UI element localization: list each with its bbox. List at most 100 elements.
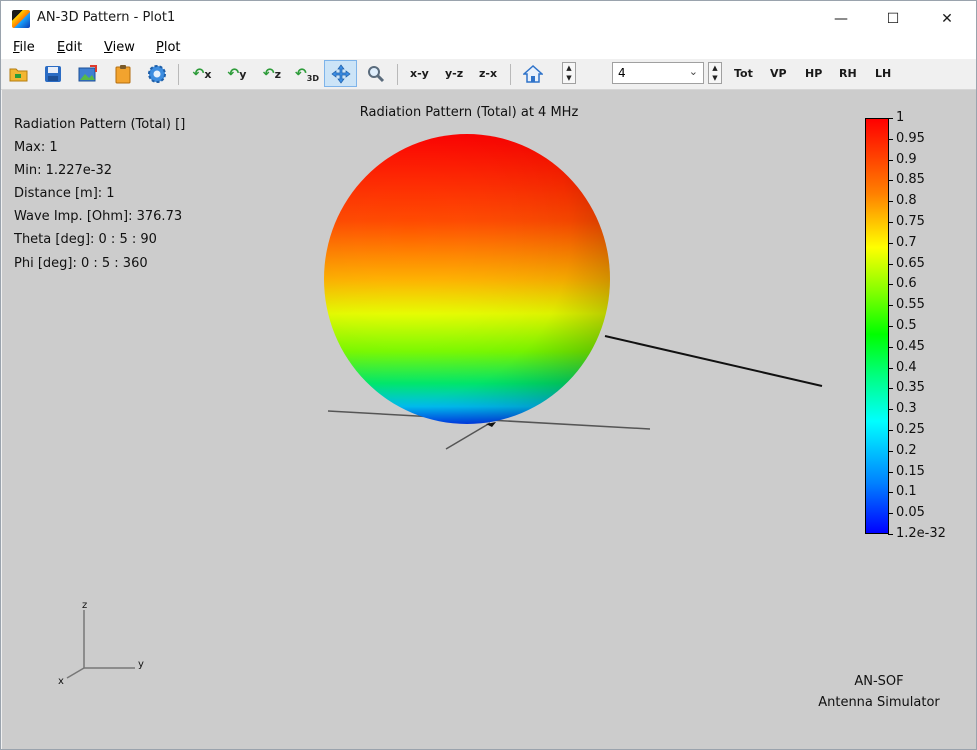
colorbar-tick <box>888 471 893 473</box>
pol-hp-button[interactable]: HP <box>805 67 822 80</box>
colorbar-tick <box>888 388 893 390</box>
pan-icon[interactable] <box>324 60 357 87</box>
rotate-z-label: z <box>274 67 282 81</box>
triad-x-label: x <box>58 676 64 687</box>
colorbar-tick <box>888 367 893 369</box>
colorbar <box>865 118 889 534</box>
colorbar-tick <box>888 492 893 494</box>
minimize-button[interactable]: — <box>818 1 864 37</box>
colorbar-label: 1 <box>896 110 905 125</box>
pol-vp-button[interactable]: VP <box>770 67 787 80</box>
colorbar-label: 0.65 <box>896 255 925 271</box>
colorbar-label: 0.55 <box>896 297 925 313</box>
colorbar-tick <box>888 513 893 515</box>
triad-x-axis <box>66 667 85 679</box>
stepper-up-icon[interactable]: ▲ <box>563 63 575 73</box>
colorbar-tick <box>888 118 893 119</box>
colorbar-label: 0.5 <box>896 318 917 333</box>
brand-name: AN-SOF <box>854 674 904 689</box>
colorbar-tick <box>888 346 893 348</box>
view-zx-button[interactable]: z-x <box>479 67 497 80</box>
colorbar-tick <box>888 242 893 244</box>
colorbar-tick <box>888 222 893 223</box>
menu-plot[interactable]: Plot <box>156 40 181 55</box>
colorbar-label: 0.45 <box>896 338 925 354</box>
brand-tagline: Antenna Simulator <box>818 695 940 710</box>
title-bar: AN-3D Pattern - Plot1 — ☐ ✕ <box>1 1 976 37</box>
colorbar-tick <box>888 138 893 140</box>
frequency-select[interactable]: 4 ⌄ <box>612 62 704 84</box>
colorbar-label: 0.25 <box>896 422 925 437</box>
gear-icon[interactable] <box>145 62 169 86</box>
rotate-x-label: x <box>204 67 212 81</box>
rotate-z-icon[interactable]: ↶ z <box>258 62 286 86</box>
stepper-down-icon[interactable]: ▼ <box>709 73 721 83</box>
colorbar-tick <box>888 534 893 535</box>
colorbar-label: 0.4 <box>896 359 917 375</box>
colorbar-tick <box>888 305 893 307</box>
colorbar-tick <box>888 450 893 452</box>
view-xy-button[interactable]: x-y <box>410 67 429 80</box>
colorbar-tick <box>888 409 893 411</box>
rotate-y-icon[interactable]: ↶ y <box>223 62 251 86</box>
stepper-up-icon[interactable]: ▲ <box>709 63 721 73</box>
view-yz-button[interactable]: y-z <box>445 67 463 80</box>
colorbar-label: 0.95 <box>896 130 925 146</box>
maximize-button[interactable]: ☐ <box>870 1 916 37</box>
window-title: AN-3D Pattern - Plot1 <box>37 10 176 25</box>
colorbar-label: 0.1 <box>896 484 917 500</box>
colorbar-tick <box>888 326 893 327</box>
colorbar-tick <box>888 430 893 431</box>
rotate-y-label: y <box>239 67 247 81</box>
colorbar-tick <box>888 159 893 161</box>
rotate-x-icon[interactable]: ↶ x <box>188 62 216 86</box>
toolbar: ↶ x ↶ y ↶ z ↶ 3D x-y y-z z-x ▲ ▼ Tot VP H <box>1 59 976 90</box>
colorbar-tick <box>888 201 893 203</box>
menu-file-rest: ile <box>19 40 35 55</box>
frequency-value: 4 <box>618 66 626 80</box>
colorbar-label: 0.35 <box>896 380 925 396</box>
axis-line-y <box>604 335 823 387</box>
clipboard-icon[interactable] <box>111 62 135 86</box>
menu-view-accel: V <box>104 40 113 55</box>
pol-lh-button[interactable]: LH <box>875 67 891 80</box>
menu-edit-rest: dit <box>65 40 83 55</box>
save-icon[interactable] <box>41 62 65 86</box>
pol-rh-button[interactable]: RH <box>839 67 857 80</box>
folder-open-icon[interactable] <box>7 62 31 86</box>
colorbar-label: 0.85 <box>896 172 925 188</box>
colorbar-label: 0.9 <box>896 151 917 167</box>
home-icon[interactable] <box>521 62 545 86</box>
rotate-3d-icon[interactable]: ↶ 3D <box>293 62 321 86</box>
colorbar-label: 0.8 <box>896 193 917 209</box>
menu-view[interactable]: View <box>104 40 135 55</box>
view-stepper[interactable]: ▲ ▼ <box>562 62 576 84</box>
close-button[interactable]: ✕ <box>924 1 970 37</box>
zoom-icon[interactable] <box>364 62 388 86</box>
rotate-3d-label: 3D <box>306 73 319 83</box>
triad-y-label: y <box>138 659 144 670</box>
plot-canvas[interactable]: Radiation Pattern (Total) at 4 MHz Radia… <box>2 90 976 749</box>
triad-z-label: z <box>82 600 88 611</box>
menu-edit[interactable]: Edit <box>57 40 82 55</box>
colorbar-label: 0.2 <box>896 442 917 458</box>
image-export-icon[interactable] <box>76 62 100 86</box>
menu-plot-accel: P <box>156 40 164 55</box>
frequency-stepper[interactable]: ▲ ▼ <box>708 62 722 84</box>
toolbar-separator <box>178 64 179 85</box>
stepper-down-icon[interactable]: ▼ <box>563 73 575 83</box>
menu-bar: File Edit View Plot <box>1 37 976 59</box>
colorbar-tick <box>888 263 893 265</box>
pol-tot-button[interactable]: Tot <box>734 67 753 80</box>
chevron-down-icon[interactable]: ⌄ <box>689 65 698 78</box>
axis-line-x <box>445 422 491 450</box>
colorbar-label: 0.7 <box>896 234 917 250</box>
menu-file[interactable]: File <box>13 40 35 55</box>
pattern-3d-view[interactable] <box>2 90 976 749</box>
toolbar-separator <box>510 64 511 85</box>
colorbar-label: 0.15 <box>896 463 925 479</box>
menu-view-rest: iew <box>112 40 135 55</box>
toolbar-separator <box>397 64 398 85</box>
colorbar-tick <box>888 180 893 182</box>
colorbar-label: 0.3 <box>896 401 917 417</box>
